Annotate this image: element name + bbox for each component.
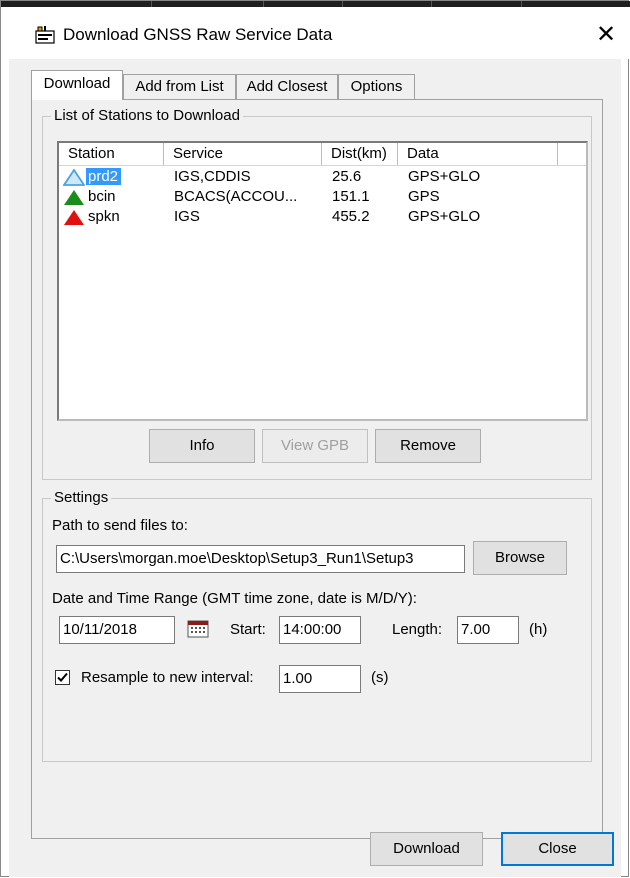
close-icon[interactable]: ✕ [589,17,623,51]
app-icon [35,26,55,44]
station-data: GPS+GLO [408,168,481,185]
station-service: BCACS(ACCOU... [174,188,298,205]
dialog-client-area: Download Add from List Add Closest Optio… [9,59,621,877]
date-range-label: Date and Time Range (GMT time zone, date… [52,590,417,607]
resample-checkbox[interactable] [55,670,70,685]
resample-label: Resample to new interval: [81,669,254,686]
window-title: Download GNSS Raw Service Data [63,25,333,44]
triangle-outline-icon [63,169,85,186]
tab-add-closest[interactable]: Add Closest [236,74,338,100]
settings-group-label: Settings [51,489,112,507]
stations-group-label: List of Stations to Download [51,107,243,125]
stations-list-header: Station Service Dist(km) Data [59,143,586,166]
dialog-window: Download GNSS Raw Service Data ✕ Downloa… [0,0,630,877]
stations-group: List of Stations to Download Station Ser… [42,107,592,480]
column-header-station[interactable]: Station [59,143,164,165]
download-button[interactable]: Download [370,832,483,866]
tab-panel-download: List of Stations to Download Station Ser… [31,99,603,839]
station-name: spkn [88,208,120,225]
date-input[interactable]: 10/11/2018 [59,616,175,644]
resample-unit: (s) [371,669,389,686]
resample-interval-input[interactable]: 1.00 [279,665,361,693]
station-name: prd2 [86,168,122,185]
station-row-prd2[interactable]: prd2 IGS,CDDIS 25.6 GPS+GLO [59,167,586,187]
checkmark-icon [57,672,68,682]
station-dist: 151.1 [332,188,370,205]
close-button[interactable]: Close [501,832,614,866]
length-input[interactable]: 7.00 [457,616,519,644]
info-button[interactable]: Info [149,429,255,463]
triangle-green-icon [64,190,84,205]
station-dist: 455.2 [332,208,370,225]
path-input[interactable]: C:\Users\morgan.moe\Desktop\Setup3_Run1\… [56,545,465,573]
settings-group: Settings Path to send files to: C:\Users… [42,489,592,762]
triangle-red-icon [64,210,84,225]
tab-options[interactable]: Options [338,74,415,100]
calendar-icon[interactable] [187,620,209,638]
start-label: Start: [230,621,266,638]
station-row-bcin[interactable]: bcin BCACS(ACCOU... 151.1 GPS [59,187,586,207]
tab-add-from-list[interactable]: Add from List [123,74,236,100]
view-gpb-button[interactable]: View GPB [262,429,368,463]
stations-list[interactable]: Station Service Dist(km) Data prd2 IGS,C… [57,141,588,421]
length-unit: (h) [529,621,548,638]
station-dist: 25.6 [332,168,362,185]
remove-button[interactable]: Remove [375,429,481,463]
tab-download[interactable]: Download [31,70,123,100]
length-label: Length: [392,621,443,638]
browse-button[interactable]: Browse [473,541,567,575]
start-time-input[interactable]: 14:00:00 [279,616,361,644]
path-label: Path to send files to: [52,517,188,534]
station-row-spkn[interactable]: spkn IGS 455.2 GPS+GLO [59,207,586,227]
title-bar[interactable]: Download GNSS Raw Service Data ✕ [1,7,630,59]
station-data: GPS+GLO [408,208,481,225]
station-name: bcin [88,188,116,205]
station-service: IGS [174,208,200,225]
column-header-dist[interactable]: Dist(km) [322,143,398,165]
station-data: GPS [408,188,440,205]
column-header-spacer [558,143,586,165]
station-service: IGS,CDDIS [174,168,251,185]
column-header-data[interactable]: Data [398,143,558,165]
column-header-service[interactable]: Service [164,143,322,165]
